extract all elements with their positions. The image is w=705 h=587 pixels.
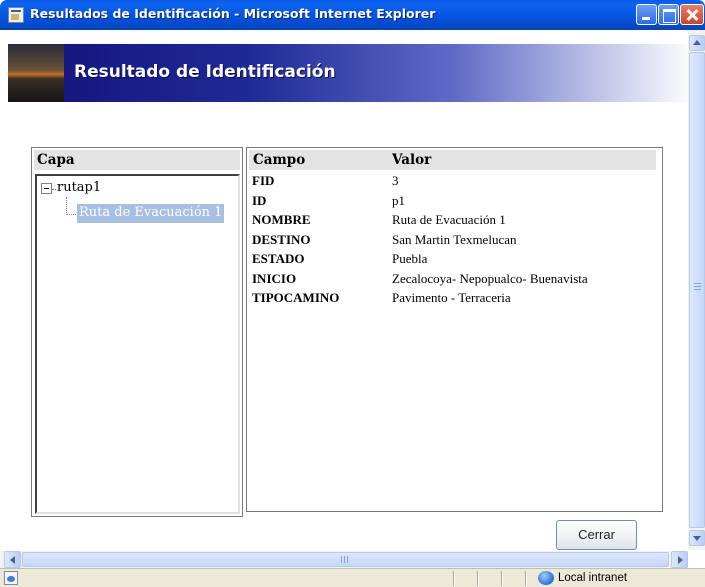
- field-name: ID: [252, 192, 267, 208]
- table-row: INICIO Zecalocoya- Nepopualco- Buenavist…: [247, 270, 657, 290]
- status-divider: [525, 571, 527, 586]
- field-name: INICIO: [252, 270, 297, 286]
- table-row: DESTINO San Martin Texmelucan: [247, 231, 657, 251]
- layer-header: Capa: [34, 150, 240, 170]
- table-row: ID p1: [247, 192, 657, 212]
- grip-icon: [694, 283, 701, 291]
- window-title: Resultados de Identificación - Microsoft…: [30, 6, 436, 21]
- close-window-button[interactable]: [680, 4, 704, 25]
- tree-node-label: rutap1: [57, 180, 102, 195]
- banner-title: Resultado de Identificación: [74, 62, 336, 82]
- volcano-photo: [8, 44, 64, 102]
- layer-panel: Capa rutap1 Ruta de Evacuación 1: [31, 147, 243, 517]
- arrow-left-icon: [10, 556, 15, 564]
- table-row: NOMBRE Ruta de Evacuación 1: [247, 211, 657, 231]
- horizontal-scroll-thumb[interactable]: [22, 552, 669, 567]
- field-value: Pavimento - Terraceria: [392, 290, 511, 305]
- tree-connector: [66, 214, 76, 215]
- scroll-right-button[interactable]: [671, 551, 688, 568]
- page-status-icon: [4, 571, 18, 585]
- scroll-up-button[interactable]: [689, 35, 705, 51]
- table-body: FID 3 ID p1 NOMBRE Ruta de Evacuación 1 …: [247, 172, 657, 309]
- tree-node-selected[interactable]: Ruta de Evacuación 1: [77, 204, 225, 223]
- tree-connector: [66, 197, 67, 215]
- field-value: San Martin Texmelucan: [392, 231, 517, 247]
- field-value: Ruta de Evacuación 1: [392, 212, 506, 227]
- field-value: Puebla: [392, 251, 428, 266]
- layer-tree: rutap1 Ruta de Evacuación 1: [35, 174, 240, 514]
- field-value: p1: [392, 192, 405, 208]
- field-name: DESTINO: [252, 231, 311, 247]
- status-divider: [477, 571, 479, 586]
- column-header-valor: Valor: [392, 152, 432, 168]
- table-row: TIPOCAMINO Pavimento - Terraceria: [247, 289, 657, 309]
- arrow-right-icon: [678, 556, 683, 564]
- title-bar[interactable]: Resultados de Identificación - Microsoft…: [0, 0, 705, 30]
- arrow-up-icon: [693, 40, 701, 45]
- tree-connector: [52, 189, 56, 190]
- arrow-down-icon: [693, 536, 701, 541]
- security-zone-label: Local intranet: [558, 572, 628, 584]
- field-name: TIPOCAMINO: [252, 290, 340, 305]
- scroll-left-button[interactable]: [4, 551, 21, 568]
- scroll-down-button[interactable]: [689, 530, 705, 546]
- attribute-table: Campo Valor FID 3 ID p1 NOMBRE Ruta de E…: [246, 147, 663, 512]
- field-value: 3: [392, 173, 399, 188]
- table-header: Campo Valor: [249, 150, 656, 170]
- field-name: FID: [252, 173, 275, 188]
- minimize-button[interactable]: [636, 4, 657, 25]
- header-banner: Resultado de Identificación: [8, 44, 694, 102]
- cerrar-button[interactable]: Cerrar: [556, 520, 637, 550]
- table-row: FID 3: [247, 172, 657, 192]
- collapse-icon[interactable]: [41, 183, 52, 194]
- globe-icon: [538, 571, 554, 585]
- status-bar: Local intranet: [0, 568, 705, 587]
- maximize-button[interactable]: [658, 4, 679, 25]
- status-divider: [453, 571, 455, 586]
- field-name: NOMBRE: [252, 212, 311, 227]
- status-divider: [501, 571, 503, 586]
- column-header-campo: Campo: [253, 152, 306, 168]
- table-row: ESTADO Puebla: [247, 250, 657, 270]
- field-name: ESTADO: [252, 251, 305, 266]
- grip-icon: [341, 556, 350, 563]
- vertical-scrollbar[interactable]: [688, 30, 705, 550]
- vertical-scroll-thumb[interactable]: [689, 52, 705, 528]
- ie-page-icon: [8, 7, 24, 23]
- horizontal-scrollbar[interactable]: [0, 551, 688, 568]
- field-value: Zecalocoya- Nepopualco- Buenavista: [392, 270, 588, 286]
